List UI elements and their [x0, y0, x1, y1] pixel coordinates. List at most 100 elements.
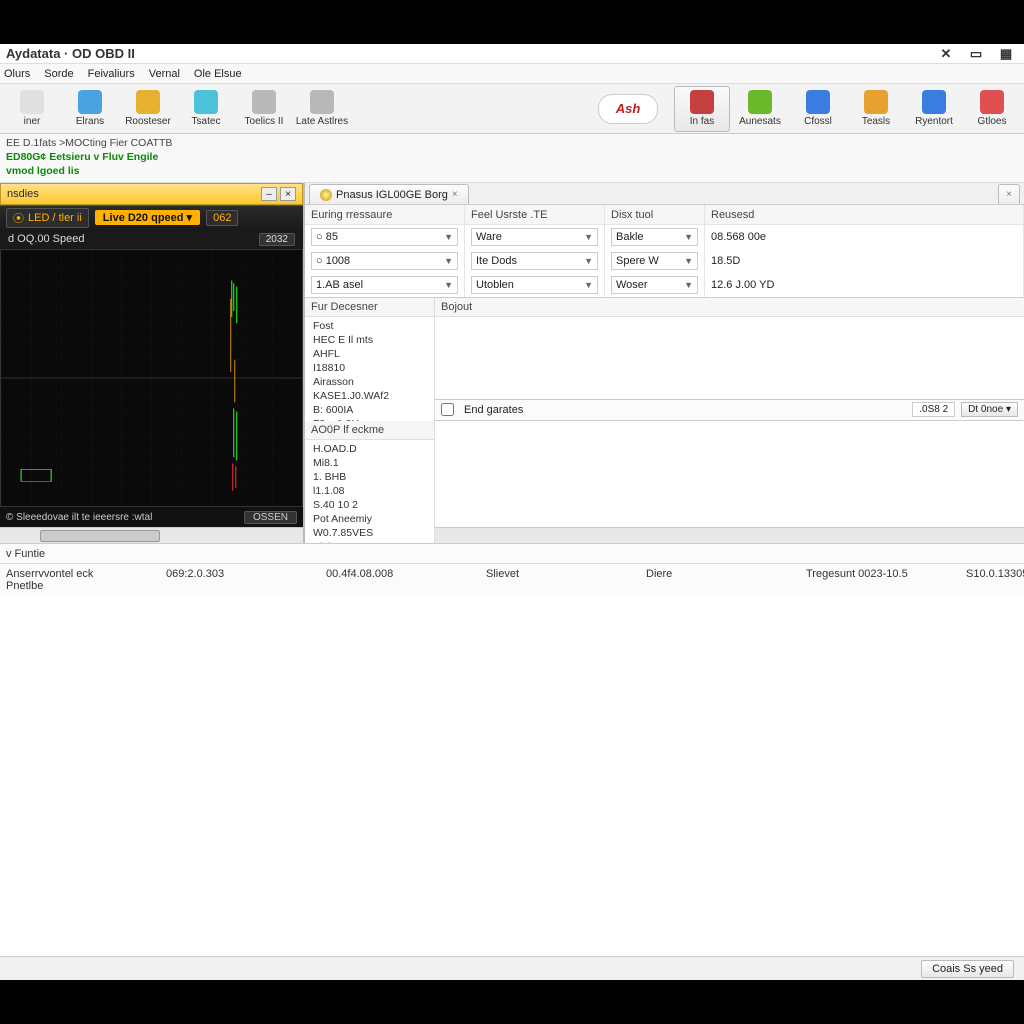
filter-header: Reusesd	[705, 205, 1024, 225]
toolbar-aunesats[interactable]: Aunesats	[732, 86, 788, 132]
titlebar: Aydatata · OD OBD II ✕ ▭ ▦	[0, 44, 1024, 64]
close-icon[interactable]: ×	[280, 187, 296, 201]
midbar-button[interactable]: Dt 0noe ▾	[961, 402, 1018, 417]
graph-ossen-button[interactable]: OSSEN	[244, 511, 297, 524]
horizontal-scrollbar[interactable]	[0, 527, 303, 543]
list-column-left: Fur Decesner FostHEC E Il mts AHFLI18810…	[305, 298, 435, 543]
toolbar-cfossl[interactable]: Cfossl	[790, 86, 846, 132]
toolbar-iner[interactable]: iner	[4, 86, 60, 132]
tool-label: Gtloes	[978, 116, 1007, 127]
chevron-down-icon: ▼	[444, 280, 453, 290]
tool-icon	[20, 90, 44, 114]
tool-icon	[922, 90, 946, 114]
minimize-icon[interactable]: ▭	[964, 46, 988, 62]
tool-label: Elrans	[76, 116, 104, 127]
graph-footer-label: © Sleeedovae ilt te ieeersre :wtal	[6, 512, 152, 523]
minimize-icon[interactable]: –	[261, 187, 277, 201]
list-item[interactable]: Mi8.1	[305, 456, 434, 470]
endgarates-checkbox[interactable]	[441, 403, 454, 416]
filter-cell: 18.5D	[705, 249, 1024, 273]
toolbar-toelics ii[interactable]: Toelics II	[236, 86, 292, 132]
footer-cell: Diere	[646, 568, 766, 592]
menu-item[interactable]: Vernal	[149, 68, 180, 80]
chevron-down-icon: ▼	[684, 256, 693, 266]
list-item[interactable]: 1. BHB	[305, 470, 434, 484]
list-item[interactable]: Airasson	[305, 375, 434, 389]
list-item[interactable]: l1.1.08	[305, 484, 434, 498]
list-item[interactable]: Fost	[305, 319, 434, 333]
logo: Ash	[598, 94, 658, 124]
toolbar-late astlres[interactable]: Late Astlres	[294, 86, 350, 132]
filter-select[interactable]: Utoblen▼	[471, 276, 598, 294]
chevron-down-icon: ▼	[584, 232, 593, 242]
horizontal-scrollbar[interactable]	[435, 527, 1024, 543]
footer-cell: 00.4f4.08.008	[326, 568, 446, 592]
filter-select[interactable]: ○ 1008▼	[311, 252, 458, 270]
toolbar-gtloes[interactable]: Gtloes	[964, 86, 1020, 132]
list-item[interactable]: I18810	[305, 361, 434, 375]
list-item[interactable]: Pot Aneemiy	[305, 512, 434, 526]
tab-label: Pnasus IGL00GE Borg	[336, 189, 448, 201]
tab-close[interactable]: ×	[998, 184, 1020, 204]
filter-cell: ○ 85▼	[305, 225, 465, 249]
filter-select[interactable]: Woser▼	[611, 276, 698, 294]
right-panel: Pnasus IGL00GE Borg × × Euring rressaure…	[305, 183, 1024, 543]
filter-cell: Bakle▼	[605, 225, 705, 249]
graph-number: 2032	[259, 233, 295, 246]
toolbar-in fas[interactable]: In fas	[674, 86, 730, 132]
chevron-down-icon: ▼	[444, 256, 453, 266]
graph-title: d OQ.00 Speed	[8, 233, 84, 245]
toolbar-roosteser[interactable]: Roosteser	[120, 86, 176, 132]
filter-select[interactable]: ○ 85▼	[311, 228, 458, 246]
list-item[interactable]: H.OAD.D	[305, 442, 434, 456]
panel-header: nsdies – ×	[0, 183, 303, 205]
chip-led[interactable]: ⦿ LED / tler ii	[6, 208, 89, 228]
footer-cell: Anserrvvontel eck Pnetlbe	[6, 568, 126, 592]
footer-cell: Tregesunt 0023-10.5	[806, 568, 926, 592]
close-icon: ×	[1006, 189, 1012, 200]
footer-cell: 069:2.0.303	[166, 568, 286, 592]
live-button[interactable]: Live D20 qpeed ▾	[95, 210, 200, 225]
chevron-down-icon: ▼	[584, 256, 593, 266]
graph-header: d OQ.00 Speed 2032	[0, 229, 303, 249]
filter-select[interactable]: 1.AB asel▼	[311, 276, 458, 294]
filter-cell: Utoblen▼	[465, 273, 605, 297]
status-line: ED80G¢ Eetsieru v Fluv Engile	[6, 150, 1018, 164]
menu-item[interactable]: Ole Elsue	[194, 68, 242, 80]
toolbar-teasls[interactable]: Teasls	[848, 86, 904, 132]
toolbar-elrans[interactable]: Elrans	[62, 86, 118, 132]
list-header: AO0P lf eckme	[305, 421, 434, 440]
close-icon[interactable]: ×	[452, 189, 458, 200]
menu-item[interactable]: Feivaliurs	[88, 68, 135, 80]
tab-pnasus[interactable]: Pnasus IGL00GE Borg ×	[309, 184, 469, 204]
filter-select[interactable]: Ware▼	[471, 228, 598, 246]
list-item[interactable]: HEC E Il mts	[305, 333, 434, 347]
list-item[interactable]: B: 600IA	[305, 403, 434, 417]
panel-header-label: nsdies	[7, 188, 39, 200]
toolbar-tsatec[interactable]: Tsatec	[178, 86, 234, 132]
filter-header: Disx tuol	[605, 205, 705, 225]
list-item[interactable]: KASE1.J0.WAf2	[305, 389, 434, 403]
statusbar-button[interactable]: Coais Ss yeed	[921, 960, 1014, 978]
tool-label: Toelics II	[245, 116, 284, 127]
grid-icon[interactable]: ▦	[994, 46, 1018, 62]
menu-item[interactable]: Sorde	[44, 68, 73, 80]
filter-select[interactable]: Ite Dods▼	[471, 252, 598, 270]
filter-select[interactable]: Spere W▼	[611, 252, 698, 270]
status-lines: EE D.1fats >MOCting Fier COATTB ED80G¢ E…	[0, 134, 1024, 183]
list-item[interactable]: W0.7.85VES	[305, 526, 434, 540]
list-item[interactable]: S.40 10 2	[305, 498, 434, 512]
status-line: EE D.1fats >MOCting Fier COATTB	[6, 136, 1018, 150]
chip-value[interactable]: 062	[206, 210, 238, 226]
list-item[interactable]: AHFL	[305, 347, 434, 361]
menu-item[interactable]: Olurs	[4, 68, 30, 80]
filter-cell: ○ 1008▼	[305, 249, 465, 273]
toolbar-ryentort[interactable]: Ryentort	[906, 86, 962, 132]
tool-label: iner	[24, 116, 41, 127]
scope-graph[interactable]	[0, 249, 303, 507]
tool-icon	[136, 90, 160, 114]
tool-label: Tsatec	[192, 116, 221, 127]
filter-select[interactable]: Bakle▼	[611, 228, 698, 246]
close-icon[interactable]: ✕	[934, 46, 958, 62]
tool-label: In fas	[690, 116, 714, 127]
